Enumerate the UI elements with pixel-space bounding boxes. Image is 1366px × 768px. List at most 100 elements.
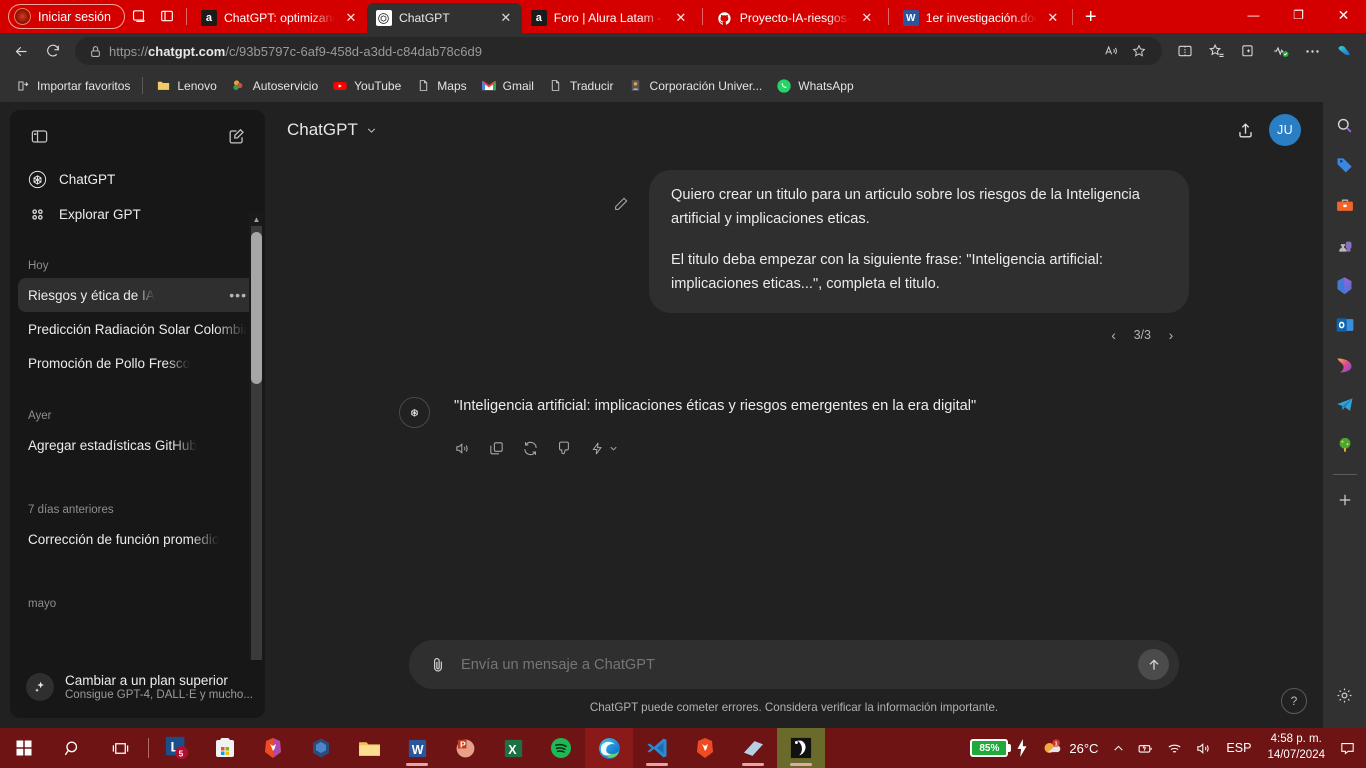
unity-hub-button[interactable] (297, 728, 345, 768)
prev-version-icon[interactable]: ‹ (1106, 327, 1122, 343)
regenerate-icon[interactable] (522, 440, 539, 457)
search-icon[interactable] (1330, 110, 1360, 140)
back-button[interactable] (6, 36, 37, 67)
sidebar-chat-promocion-de-pollo-fresco[interactable]: Promoción de Pollo Fresco (18, 346, 257, 380)
read-aloud-icon[interactable] (1098, 38, 1124, 64)
copilot-icon[interactable] (1329, 36, 1360, 67)
browser-tab-2[interactable]: a Foro | Alura Latam - Cu ✕ (522, 3, 697, 33)
tab-close-icon[interactable]: ✕ (497, 9, 515, 27)
sidebar-chat-riesgos-y-etica-de-ia[interactable]: Riesgos y ética de IA ••• (18, 278, 257, 312)
powerpoint-button[interactable]: P (441, 728, 489, 768)
thumbs-down-icon[interactable] (556, 440, 573, 457)
designer-icon[interactable] (1330, 350, 1360, 380)
collections-icon[interactable] (1233, 36, 1264, 67)
language-indicator[interactable]: ESP (1218, 741, 1259, 755)
office-icon[interactable] (1330, 270, 1360, 300)
toolbox-icon[interactable] (1330, 190, 1360, 220)
bookmark-maps[interactable]: Maps (408, 75, 473, 97)
bookmark-traducir[interactable]: Traducir (541, 75, 621, 97)
volume-icon[interactable] (1189, 728, 1218, 768)
bookmark-lenovo[interactable]: Lenovo (148, 75, 223, 97)
tab-close-icon[interactable]: ✕ (342, 9, 360, 27)
share-icon[interactable] (1236, 121, 1255, 140)
message-input[interactable] (451, 656, 1138, 673)
model-selector[interactable]: ChatGPT (287, 120, 378, 140)
gear-icon[interactable] (1330, 680, 1360, 710)
browser-tab-4[interactable]: W 1er investigación.docx ✕ (894, 3, 1069, 33)
read-aloud-icon[interactable] (454, 440, 471, 457)
excel-button[interactable]: X (489, 728, 537, 768)
maximize-button[interactable]: ❐ (1276, 0, 1321, 30)
send-button[interactable] (1138, 649, 1169, 680)
model-switch-icon[interactable] (590, 441, 619, 456)
snipping-tool-button[interactable] (777, 728, 825, 768)
split-screen-icon[interactable] (1169, 36, 1200, 67)
minimize-button[interactable]: — (1231, 0, 1276, 30)
reload-button[interactable] (37, 36, 68, 67)
file-explorer-button[interactable] (345, 728, 393, 768)
search-button[interactable] (48, 728, 96, 768)
sticky-notes-button[interactable] (729, 728, 777, 768)
outlook-icon[interactable] (1330, 310, 1360, 340)
word-button[interactable]: W (393, 728, 441, 768)
battery-indicator[interactable]: 85% (964, 728, 1034, 768)
brave-browser-2-button[interactable] (681, 728, 729, 768)
battery-tray-icon[interactable] (1131, 728, 1160, 768)
lenovo-vantage-button[interactable]: L 5 (153, 728, 201, 768)
paperclip-icon[interactable] (425, 652, 451, 678)
help-button[interactable]: ? (1281, 688, 1307, 714)
sidebar-item-chatgpt[interactable]: ChatGPT (18, 162, 257, 197)
microsoft-store-button[interactable] (201, 728, 249, 768)
tab-close-icon[interactable]: ✕ (672, 9, 690, 27)
telegram-icon[interactable] (1330, 390, 1360, 420)
sidebar-chat-correccion-de-funcion-promedio[interactable]: Corrección de función promedio (18, 522, 257, 556)
wifi-icon[interactable] (1160, 728, 1189, 768)
tab-collections-icon[interactable] (125, 2, 153, 30)
bookmark-import-favoritos[interactable]: Importar favoritos (8, 75, 137, 97)
weather-widget[interactable]: 1 26°C (1034, 738, 1106, 758)
sign-in-button[interactable]: Iniciar sesión (8, 4, 125, 29)
browser-menu-icon[interactable] (1297, 36, 1328, 67)
task-view-button[interactable] (96, 728, 144, 768)
bookmark-whatsapp[interactable]: WhatsApp (769, 75, 860, 97)
browser-tab-3[interactable]: Proyecto-IA-riesgos-y- ✕ (708, 3, 883, 33)
toggle-sidebar-icon[interactable] (24, 121, 54, 151)
close-button[interactable]: ✕ (1321, 0, 1366, 30)
copy-icon[interactable] (488, 440, 505, 457)
sidebar-item-explorar-gpt[interactable]: Explorar GPT (18, 197, 257, 232)
browser-tab-1[interactable]: ChatGPT ✕ (366, 3, 522, 33)
vscode-button[interactable] (633, 728, 681, 768)
tree-icon[interactable] (1330, 430, 1360, 460)
composer-box[interactable] (409, 640, 1179, 689)
games-icon[interactable] (1330, 230, 1360, 260)
new-chat-icon[interactable] (221, 121, 251, 151)
scroll-up-arrow-icon[interactable]: ▲ (251, 212, 262, 226)
next-version-icon[interactable]: › (1163, 327, 1179, 343)
bookmark-gmail[interactable]: Gmail (474, 75, 541, 97)
notifications-icon[interactable] (1333, 728, 1362, 768)
bookmark-youtube[interactable]: YouTube (325, 75, 408, 97)
clock[interactable]: 4:58 p. m. 14/07/2024 (1259, 732, 1333, 763)
upgrade-plan-button[interactable]: Cambiar a un plan superior Consigue GPT-… (18, 668, 257, 706)
chat-options-icon[interactable]: ••• (223, 287, 247, 303)
show-hidden-icons-button[interactable] (1106, 728, 1131, 768)
favorite-star-icon[interactable] (1126, 38, 1152, 64)
browser-essentials-icon[interactable] (1265, 36, 1296, 67)
start-button[interactable] (0, 728, 48, 768)
brave-browser-button[interactable] (249, 728, 297, 768)
sidebar-scrollbar[interactable]: ▲ ▼ (249, 212, 263, 660)
favorites-icon[interactable] (1201, 36, 1232, 67)
edit-message-icon[interactable] (607, 190, 635, 218)
tag-icon[interactable] (1330, 150, 1360, 180)
avatar[interactable]: JU (1269, 114, 1301, 146)
browser-tab-0[interactable]: a ChatGPT: optimizando ✕ (192, 3, 367, 33)
scrollbar-thumb[interactable] (251, 232, 262, 384)
sidebar-chat-prediccion-radiacion-solar[interactable]: Predicción Radiación Solar Colombia (18, 312, 257, 346)
microsoft-edge-button[interactable] (585, 728, 633, 768)
bookmark-autoservicio[interactable]: Autoservicio (224, 75, 325, 97)
vertical-tabs-icon[interactable] (153, 2, 181, 30)
spotify-button[interactable] (537, 728, 585, 768)
sidebar-chat-agregar-estadisticas-github[interactable]: Agregar estadísticas GitHub (18, 428, 257, 462)
tab-close-icon[interactable]: ✕ (1044, 9, 1062, 27)
add-icon[interactable] (1330, 485, 1360, 515)
